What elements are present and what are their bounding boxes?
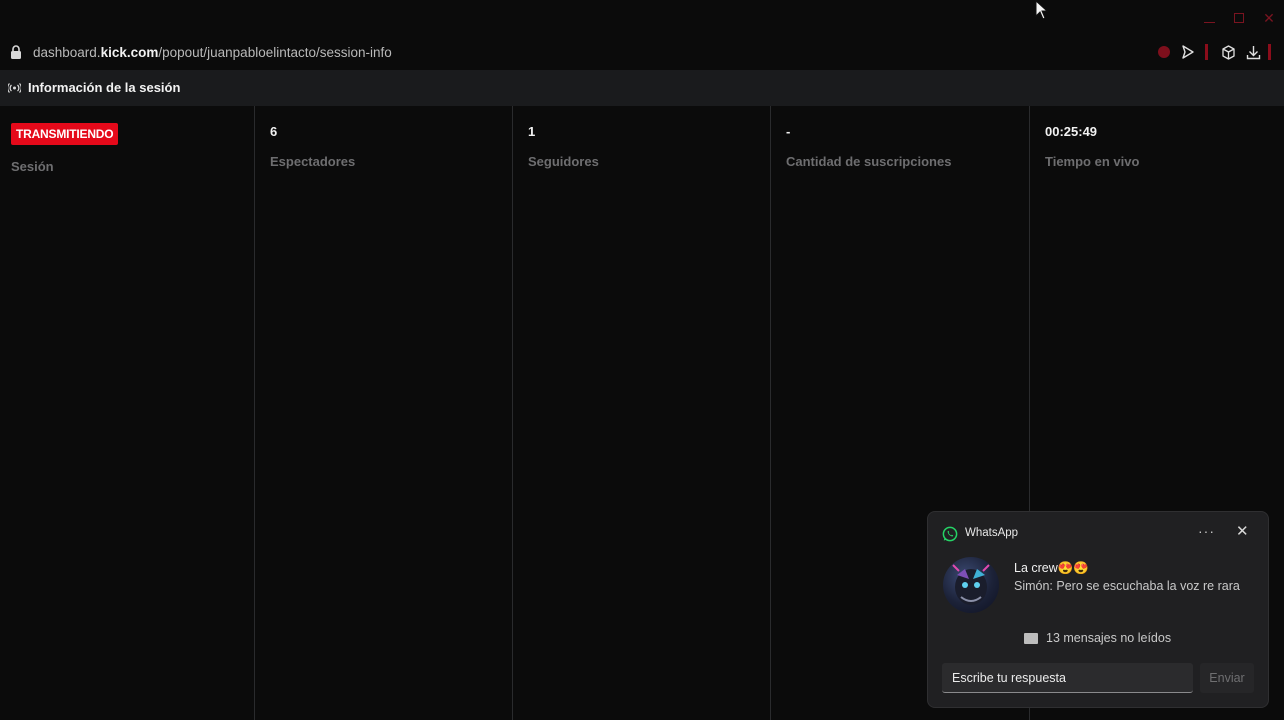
maximize-button[interactable] <box>1228 8 1250 28</box>
send-to-device-button[interactable] <box>1180 44 1196 60</box>
chat-title: La crew😍😍 <box>1014 561 1089 575</box>
viewers-column: 6 Espectadores <box>255 106 513 720</box>
url-text[interactable]: dashboard.kick.com/popout/juanpabloelint… <box>33 45 392 60</box>
session-label: Sesión <box>11 159 54 174</box>
viewers-value: 6 <box>270 124 278 139</box>
followers-value: 1 <box>528 124 536 139</box>
live-time-label: Tiempo en vivo <box>1045 154 1140 169</box>
message-preview: Simón: Pero se escuchaba la voz re rara <box>1014 579 1240 593</box>
download-icon <box>1246 45 1260 59</box>
cube-icon <box>1221 44 1235 60</box>
minimize-button[interactable] <box>1198 8 1220 28</box>
send-button[interactable]: Enviar <box>1200 663 1254 693</box>
more-options-button[interactable]: ··· <box>1198 523 1215 539</box>
lock-icon <box>11 45 21 59</box>
viewers-label: Espectadores <box>270 154 356 169</box>
broadcast-icon <box>8 83 21 93</box>
maximize-icon <box>1234 13 1244 23</box>
close-window-button[interactable]: ✕ <box>1258 8 1280 28</box>
play-icon <box>1182 45 1194 59</box>
followers-column: 1 Seguidores <box>513 106 771 720</box>
separator-bar <box>1205 44 1208 60</box>
separator-bar <box>1268 44 1271 60</box>
page-title: Información de la sesión <box>28 80 181 95</box>
session-column: TRANSMITIENDO Sesión <box>0 106 255 720</box>
whatsapp-icon <box>942 526 958 542</box>
window-titlebar <box>0 0 1284 36</box>
group-avatar-image <box>952 564 990 605</box>
page-header <box>0 70 1284 106</box>
record-button[interactable] <box>1156 44 1172 60</box>
live-time-value: 00:25:49 <box>1045 124 1098 139</box>
minimize-icon <box>1203 21 1215 23</box>
close-icon: ✕ <box>1263 10 1275 26</box>
subscriptions-value: - <box>786 124 791 139</box>
mouse-cursor-icon <box>1035 0 1049 20</box>
status-badge: TRANSMITIENDO <box>11 123 119 145</box>
envelope-icon <box>1024 633 1038 644</box>
whatsapp-notification[interactable]: WhatsApp ··· ✕ La crew😍😍 Simón: Pero se … <box>927 511 1269 708</box>
followers-label: Seguidores <box>528 154 599 169</box>
reply-input[interactable] <box>942 663 1193 693</box>
unread-count[interactable]: 13 mensajes no leídos <box>1046 631 1171 645</box>
avatar <box>943 557 999 613</box>
notification-close-button[interactable]: ✕ <box>1236 524 1249 539</box>
subscriptions-label: Cantidad de suscripciones <box>786 154 952 169</box>
notification-app-name: WhatsApp <box>965 527 1019 539</box>
extensions-button[interactable] <box>1220 44 1236 60</box>
download-button[interactable] <box>1245 44 1261 60</box>
record-icon <box>1158 46 1170 58</box>
